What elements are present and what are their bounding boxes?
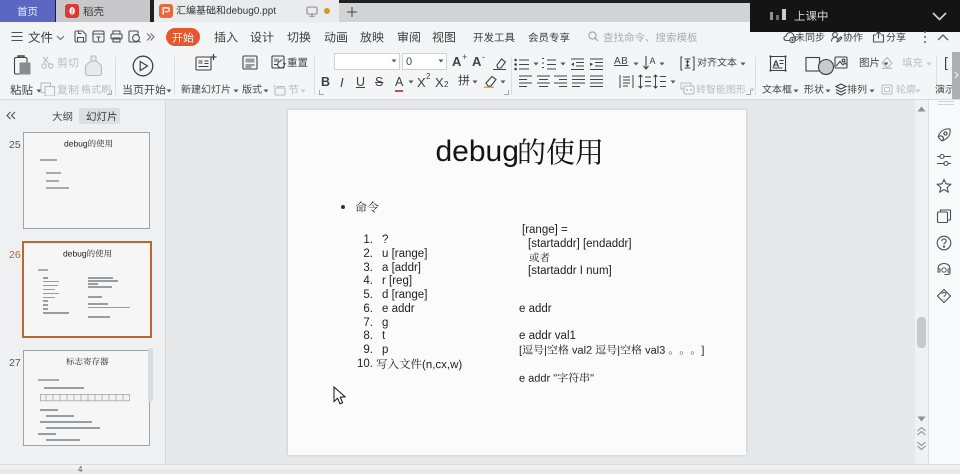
svg-text:A: A — [650, 56, 656, 66]
